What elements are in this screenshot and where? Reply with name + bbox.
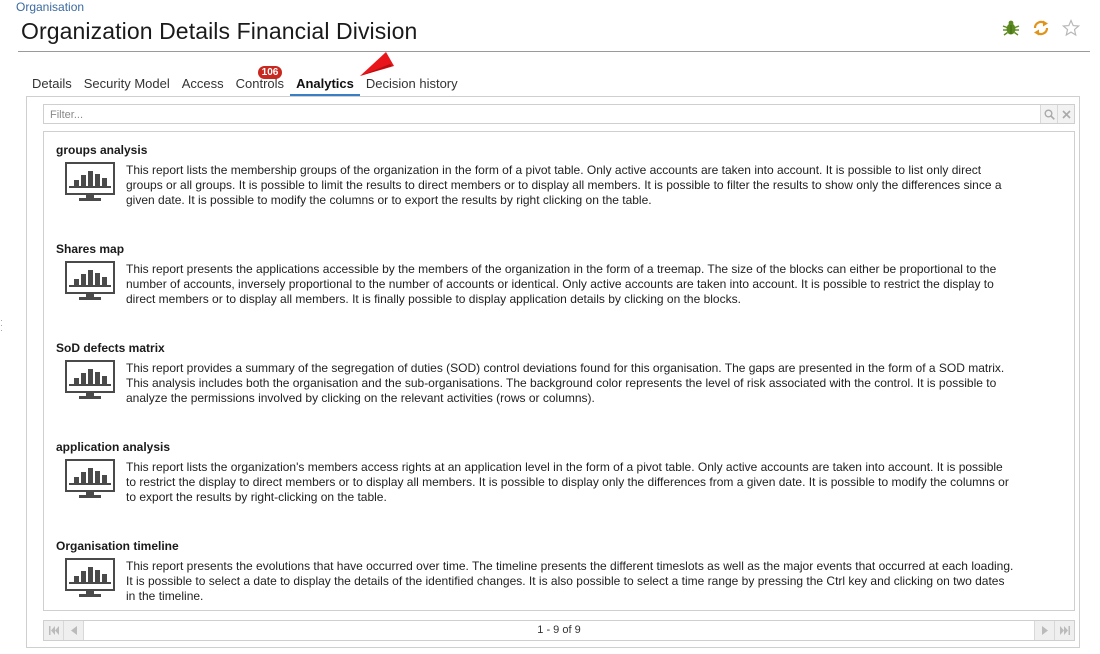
last-page-icon[interactable] bbox=[1054, 621, 1074, 640]
breadcrumb[interactable]: Organisation bbox=[16, 0, 84, 14]
report-description: This report provides a summary of the se… bbox=[126, 361, 1005, 405]
page-title: Organization Details Financial Division bbox=[21, 18, 418, 44]
red-arrow-annotation-icon bbox=[360, 52, 394, 76]
analytics-monitor-icon bbox=[65, 261, 115, 300]
analytics-monitor-icon bbox=[65, 459, 115, 498]
tab-access[interactable]: Access bbox=[176, 76, 230, 96]
star-icon[interactable] bbox=[1062, 19, 1080, 37]
report-description: This report lists the membership groups … bbox=[126, 163, 1002, 207]
tab-analytics[interactable]: Analytics bbox=[290, 76, 360, 96]
report-title[interactable]: Shares map bbox=[56, 242, 1056, 256]
report-list: groups analysis This report lists the me… bbox=[43, 131, 1075, 611]
tab-label: Analytics bbox=[296, 76, 354, 91]
tab-label: Access bbox=[181, 76, 224, 91]
report-description: This report presents the applications ac… bbox=[126, 262, 997, 306]
pagination-bar: 1 - 9 of 9 bbox=[43, 620, 1075, 641]
tab-details[interactable]: Details bbox=[26, 76, 78, 96]
tab-label: Security Model bbox=[83, 76, 170, 91]
report-title[interactable]: groups analysis bbox=[56, 143, 1056, 157]
report-description: This report lists the organization's mem… bbox=[126, 460, 1009, 504]
report-item[interactable]: Shares map This report presents the appl… bbox=[56, 242, 1056, 307]
pagination-count: 1 - 9 of 9 bbox=[537, 624, 581, 636]
controls-count-badge: 106 bbox=[257, 66, 283, 79]
bug-icon[interactable] bbox=[1002, 19, 1020, 37]
refresh-icon[interactable] bbox=[1032, 19, 1050, 37]
filter-input[interactable] bbox=[44, 106, 1024, 124]
next-page-icon[interactable] bbox=[1034, 621, 1054, 640]
header-actions bbox=[1002, 19, 1080, 37]
report-title[interactable]: application analysis bbox=[56, 440, 1056, 454]
analytics-monitor-icon bbox=[65, 162, 115, 201]
tab-label: Details bbox=[32, 76, 72, 91]
analytics-monitor-icon bbox=[65, 360, 115, 399]
report-item[interactable]: SoD defects matrix This report provides … bbox=[56, 341, 1056, 406]
filter-bar bbox=[43, 104, 1075, 124]
report-item[interactable]: application analysis This report lists t… bbox=[56, 440, 1056, 505]
tab-security-model[interactable]: Security Model bbox=[78, 76, 176, 96]
report-item[interactable]: Organisation timeline This report presen… bbox=[56, 539, 1056, 604]
analytics-monitor-icon bbox=[65, 558, 115, 597]
tab-controls[interactable]: Controls 106 bbox=[230, 66, 290, 96]
search-icon[interactable] bbox=[1040, 105, 1057, 123]
report-title[interactable]: SoD defects matrix bbox=[56, 341, 1056, 355]
title-divider bbox=[18, 51, 1090, 52]
resize-handle-icon[interactable]: · · · bbox=[0, 316, 3, 335]
report-item[interactable]: groups analysis This report lists the me… bbox=[56, 143, 1056, 208]
report-description: This report presents the evolutions that… bbox=[126, 559, 1014, 603]
report-title[interactable]: Organisation timeline bbox=[56, 539, 1056, 553]
clear-filter-icon[interactable] bbox=[1057, 105, 1074, 123]
analytics-panel: groups analysis This report lists the me… bbox=[26, 96, 1080, 648]
